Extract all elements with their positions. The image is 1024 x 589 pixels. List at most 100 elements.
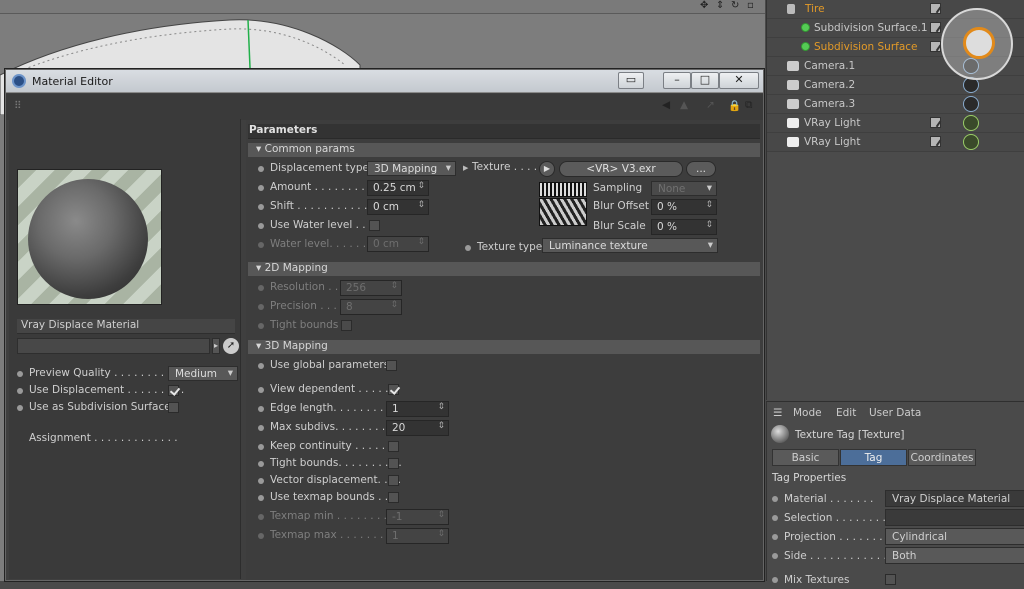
keyframe-dot[interactable] [258, 406, 264, 412]
keyframe-dot[interactable] [258, 363, 264, 369]
keyframe-dot[interactable] [17, 371, 23, 377]
tab-coordinates[interactable]: Coordinates [908, 449, 976, 466]
selection-field[interactable] [885, 509, 1024, 526]
lock-icon[interactable]: 🔒 [728, 99, 741, 112]
enable-check[interactable] [930, 41, 941, 52]
projection-dropdown[interactable]: Cylindrical [885, 528, 1024, 545]
material-field[interactable]: Vray Displace Material [885, 490, 1024, 507]
tab-basic[interactable]: Basic [772, 449, 839, 466]
keyframe-dot[interactable] [258, 461, 264, 467]
keyframe-dot [258, 533, 264, 539]
menu-mode[interactable]: Mode [793, 407, 822, 419]
maximize-button[interactable]: □ [691, 72, 719, 89]
play-arrow-icon[interactable]: ▸ [212, 338, 220, 354]
grip-icon: ⠿ [14, 100, 22, 112]
keyframe-dot[interactable] [258, 185, 264, 191]
checkbox-3d-1[interactable] [388, 384, 399, 395]
object-name: Tire [805, 3, 825, 15]
material-link-field[interactable] [17, 338, 210, 354]
keyframe-dot[interactable] [258, 223, 264, 229]
tab-tag[interactable]: Tag [840, 449, 907, 466]
checkbox-3d-0[interactable] [386, 360, 397, 371]
material-name-field[interactable]: Vray Displace Material [17, 319, 235, 334]
arrow-icon[interactable]: ↗ [706, 99, 715, 111]
vray-tag-icon[interactable] [963, 115, 979, 131]
enable-check[interactable] [930, 136, 941, 147]
checkbox-3d-5[interactable] [388, 458, 399, 469]
keyframe-dot[interactable] [258, 204, 264, 210]
menu-user-data[interactable]: User Data [869, 407, 921, 419]
keyframe-dot[interactable] [465, 245, 471, 251]
keyframe-dot[interactable] [772, 515, 778, 521]
attribute-header: Texture Tag [Texture] [795, 429, 905, 441]
checkbox-3d-6[interactable] [388, 475, 399, 486]
pick-cursor-icon[interactable]: ➚ [223, 338, 239, 354]
keyframe-dot[interactable] [258, 495, 264, 501]
side-dropdown[interactable]: Both [885, 547, 1024, 564]
texture-more-button[interactable]: ... [686, 161, 716, 177]
material-preview[interactable] [17, 169, 162, 305]
enable-check[interactable] [930, 117, 941, 128]
keyframe-dot[interactable] [17, 405, 23, 411]
object-row-vray-light-2[interactable]: VRay Light [767, 133, 1024, 152]
object-row-camera-3[interactable]: Camera.3 [767, 95, 1024, 114]
water-level-input: 0 cm [367, 236, 429, 252]
expand-triangle-icon[interactable]: ▶ [463, 164, 468, 172]
blur-scale-input[interactable]: 0 % [651, 219, 717, 235]
mix-textures-checkbox[interactable] [885, 574, 896, 585]
object-row-vray-light-1[interactable]: VRay Light [767, 114, 1024, 133]
shift-input[interactable]: 0 cm [367, 199, 429, 215]
row-label: Tight bounds. . . . . . . . . . [270, 457, 402, 469]
blur-offset-input[interactable]: 0 % [651, 199, 717, 215]
keyframe-dot[interactable] [258, 444, 264, 450]
close-button[interactable]: ✕ [719, 72, 759, 89]
keyframe-dot[interactable] [772, 534, 778, 540]
texture-thumbnail-1 [539, 182, 587, 197]
new-window-icon[interactable]: ⧉ [745, 99, 753, 112]
use-displacement-checkbox[interactable] [168, 385, 179, 396]
title-bar[interactable]: Material Editor ▭ – □ ✕ [6, 70, 763, 93]
texture-play-button[interactable]: ▶ [539, 161, 555, 177]
preview-quality-dropdown[interactable]: Medium [168, 366, 238, 381]
use-subdivision-checkbox[interactable] [168, 402, 179, 413]
row-3d-mapping-7: Use texmap bounds . . . [258, 490, 458, 507]
texture-tag-highlight[interactable] [941, 8, 1013, 80]
prop-mix-textures: Mix Textures [772, 571, 1024, 589]
keyframe-dot[interactable] [772, 577, 778, 583]
number-input-3d-8: -1 [386, 509, 449, 525]
row-label: Vector displacement. . . . [270, 474, 401, 486]
up-arrow-icon[interactable]: ▲ [680, 99, 688, 111]
use-water-level-checkbox[interactable] [369, 220, 380, 231]
keyframe-dot[interactable] [17, 388, 23, 394]
section-2d-mapping[interactable]: ▾ 2D Mapping [248, 262, 760, 276]
row-label: Shift . . . . . . . . . . . . . [270, 200, 381, 212]
texture-type-dropdown[interactable]: Luminance texture [542, 238, 718, 253]
keyframe-dot[interactable] [772, 496, 778, 502]
number-input-3d-3[interactable]: 20 [386, 420, 449, 436]
assignment-channel[interactable]: Assignment . . . . . . . . . . . . . [29, 432, 178, 444]
minimize-button[interactable]: – [663, 72, 691, 89]
row-label: Keep continuity . . . . . . [270, 440, 392, 452]
vray-tag-icon[interactable] [963, 134, 979, 150]
keyframe-dot[interactable] [258, 478, 264, 484]
camera-tag-icon[interactable] [963, 96, 979, 112]
camera-icon [787, 61, 799, 71]
checkbox-3d-7[interactable] [388, 492, 399, 503]
visibility-check[interactable] [930, 3, 941, 14]
enable-check[interactable] [930, 22, 941, 33]
keyframe-dot[interactable] [772, 553, 778, 559]
layout-button[interactable]: ▭ [618, 72, 644, 89]
keyframe-dot[interactable] [258, 425, 264, 431]
material-tag-icon[interactable] [963, 27, 995, 59]
checkbox-3d-4[interactable] [388, 441, 399, 452]
section-common-params[interactable]: ▾ Common params [248, 143, 760, 157]
section-3d-mapping[interactable]: ▾ 3D Mapping [248, 340, 760, 354]
keyframe-dot[interactable] [258, 387, 264, 393]
keyframe-dot[interactable] [258, 166, 264, 172]
texture-slot-button[interactable]: <VR> V3.exr [559, 161, 683, 177]
number-input-3d-2[interactable]: 1 [386, 401, 449, 417]
displacement-type-dropdown[interactable]: 3D Mapping [367, 161, 456, 176]
back-arrow-icon[interactable]: ◀ [662, 99, 670, 111]
amount-input[interactable]: 0.25 cm [367, 180, 429, 196]
menu-edit[interactable]: Edit [836, 407, 856, 419]
